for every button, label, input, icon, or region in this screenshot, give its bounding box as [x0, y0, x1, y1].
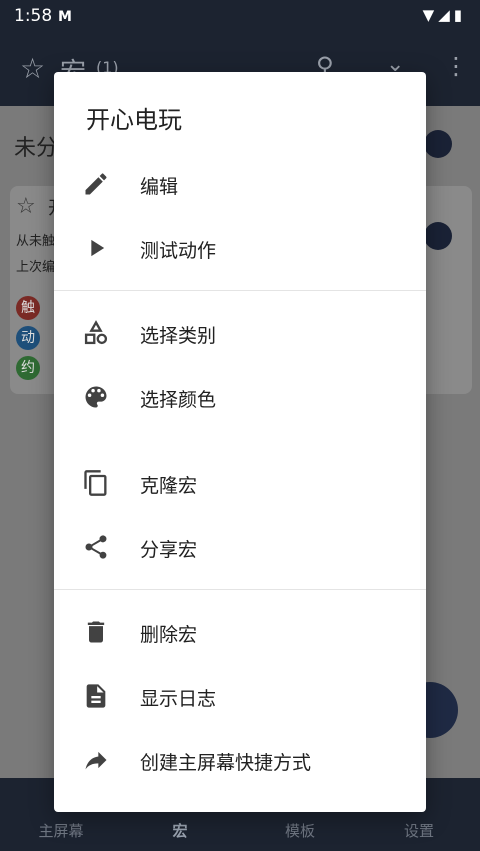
menu-item-label: 测试动作: [140, 240, 217, 262]
macro-last-triggered: 从未触: [16, 234, 56, 249]
share-icon: [85, 535, 107, 559]
menu-item-test-actions[interactable]: 测试动作: [54, 216, 426, 280]
menu-item-edit[interactable]: 编辑: [54, 152, 426, 216]
macro-enable-toggle[interactable]: [424, 222, 452, 250]
menu-item-label: 克隆宏: [140, 475, 198, 497]
status-bar: 1:58 M ▼◢▮: [0, 0, 480, 34]
macro-last-edited: 上次编: [16, 260, 56, 275]
nav-templates[interactable]: 模板: [255, 820, 345, 841]
menu-item-delete-macro[interactable]: 删除宏: [54, 600, 426, 664]
play-icon: [91, 239, 105, 257]
status-time: 1:58: [14, 6, 53, 26]
category-label: 未分: [14, 136, 59, 161]
category-shapes-icon: [84, 320, 108, 345]
pencil-icon: [85, 173, 107, 195]
menu-item-select-color[interactable]: 选择颜色: [54, 365, 426, 429]
category-toggle[interactable]: [424, 130, 452, 158]
menu-item-label: 编辑: [140, 176, 179, 198]
palette-icon: [85, 386, 107, 408]
menu-item-label: 分享宏: [140, 539, 198, 561]
menu-item-label: 删除宏: [140, 624, 198, 646]
battery-icon: ▮: [453, 6, 466, 24]
nav-settings[interactable]: 设置: [374, 820, 464, 841]
menu-item-clone-macro[interactable]: 克隆宏: [54, 451, 426, 515]
favorite-star-icon[interactable]: ☆: [16, 194, 36, 219]
system-icons: ▼◢▮: [423, 6, 466, 24]
nav-macros[interactable]: 宏: [135, 820, 225, 841]
menu-item-create-shortcut[interactable]: 创建主屏幕快捷方式: [54, 728, 426, 792]
trigger-badge: 触: [16, 296, 40, 320]
constraint-badge: 约: [16, 356, 40, 380]
menu-item-share-macro[interactable]: 分享宏: [54, 515, 426, 579]
menu-item-label: 选择类别: [140, 325, 217, 347]
action-badge: 动: [16, 326, 40, 350]
divider: [54, 290, 426, 291]
wifi-icon: ▼: [422, 6, 439, 24]
menu-item-label: 显示日志: [140, 688, 217, 710]
dialog-title: 开心电玩: [86, 106, 182, 134]
menu-item-label: 创建主屏幕快捷方式: [140, 752, 312, 774]
nav-home[interactable]: 主屏幕: [16, 820, 106, 841]
divider: [54, 589, 426, 590]
more-vert-icon[interactable]: ⋮: [444, 52, 468, 80]
menu-item-select-category[interactable]: 选择类别: [54, 301, 426, 365]
macro-options-dialog: 开心电玩 编辑 测试动作 选择类别 选择颜色 克隆宏 分享宏 删除宏 显示日志 …: [54, 72, 426, 812]
trash-icon: [87, 621, 105, 643]
star-icon[interactable]: ☆: [20, 52, 45, 85]
menu-item-label: 选择颜色: [140, 389, 217, 411]
copy-icon: [84, 470, 107, 496]
app-notification-icon: M: [58, 9, 72, 25]
document-icon: [86, 684, 106, 708]
menu-item-show-log[interactable]: 显示日志: [54, 664, 426, 728]
signal-icon: ◢: [438, 6, 454, 24]
shortcut-arrow-icon: [85, 751, 107, 770]
